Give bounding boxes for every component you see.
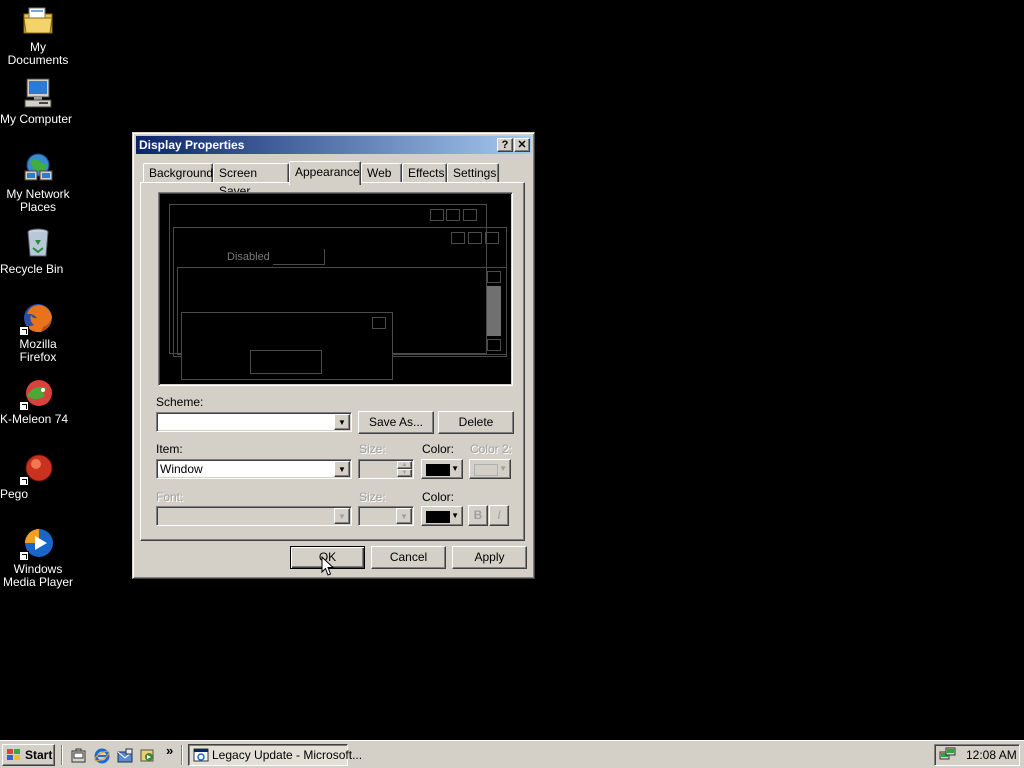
desktop-icon-pego[interactable]: Pego: [0, 451, 76, 501]
tab-screen-saver[interactable]: Screen Saver: [213, 163, 289, 198]
shortcut-arrow-icon: [19, 476, 29, 486]
window-icon: [193, 748, 209, 762]
desktop-icon-recycle-bin[interactable]: Recycle Bin: [0, 226, 76, 276]
desktop-icon-label: Mozilla Firefox: [19, 337, 57, 364]
shortcut-arrow-icon: [19, 551, 29, 561]
outlook-express-icon[interactable]: [117, 748, 133, 764]
close-icon: ✕: [517, 139, 527, 151]
firefox-icon: [19, 301, 55, 336]
media-icon[interactable]: [140, 748, 156, 764]
preview-menu-highlight: [273, 249, 325, 265]
pego-icon: [19, 451, 55, 486]
cancel-button[interactable]: Cancel: [371, 546, 446, 569]
computer-icon: [21, 76, 55, 110]
shortcut-arrow-icon: [19, 401, 29, 411]
folder-documents-icon: [21, 4, 55, 38]
preview-scroll-down-icon: [487, 339, 501, 351]
preview-maximize-icon: [446, 209, 460, 221]
quick-launch-chevron[interactable]: »: [166, 743, 173, 758]
system-tray: 12:08 AM: [934, 744, 1020, 766]
help-button[interactable]: ?: [497, 138, 513, 152]
preview-scrollbar-thumb: [487, 286, 501, 336]
internet-explorer-icon[interactable]: [94, 748, 110, 764]
tab-background[interactable]: Background: [143, 163, 213, 183]
cancel-label: Cancel: [389, 550, 428, 564]
windows-logo-icon: [7, 749, 20, 760]
start-button[interactable]: Start: [2, 744, 55, 766]
tab-label: Effects: [408, 166, 445, 180]
preview-disabled-menu-item: Disabled: [227, 251, 270, 263]
mouse-cursor-icon: [321, 556, 334, 576]
tab-label: Settings: [453, 166, 497, 180]
desktop-icon-my-computer[interactable]: My Computer: [0, 76, 76, 126]
tab-settings[interactable]: Settings: [447, 163, 499, 183]
k-meleon-icon: [19, 376, 55, 411]
dialog-titlebar[interactable]: Display Properties ? ✕: [136, 136, 531, 154]
taskbar: Start » Legacy Update - Microsoft... 12:…: [0, 740, 1024, 768]
desktop-icon-label: My Network Places: [6, 187, 70, 214]
dialog-title: Display Properties: [139, 138, 245, 152]
appearance-preview[interactable]: Disabled: [158, 192, 513, 386]
taskbar-separator: [181, 745, 183, 765]
tab-label: Web: [367, 166, 392, 180]
desktop-icon-label: My Documents: [7, 40, 69, 67]
preview-scroll-up-icon: [487, 271, 501, 283]
preview-minimize-icon: [430, 209, 444, 221]
media-player-icon: [19, 526, 55, 561]
show-desktop-icon[interactable]: [71, 748, 87, 764]
shortcut-arrow-icon: [19, 326, 29, 336]
tab-web[interactable]: Web: [361, 163, 402, 183]
desktop-icon-my-documents[interactable]: My Documents: [0, 4, 76, 67]
preview-maximize-icon: [468, 232, 482, 244]
desktop-icon-windows-media-player[interactable]: Windows Media Player: [0, 526, 76, 589]
apply-label: Apply: [474, 550, 505, 564]
display-properties-dialog: Display Properties ? ✕ Background Screen…: [132, 132, 535, 579]
network-tray-icon[interactable]: [939, 747, 957, 763]
preview-message-close-icon: [372, 317, 386, 329]
preview-ok-button: [250, 350, 322, 374]
tab-label: Background: [149, 166, 214, 180]
preview-minimize-icon: [451, 232, 465, 244]
preview-close-icon: [463, 209, 477, 221]
recycle-bin-icon: [21, 226, 55, 260]
preview-close-icon: [485, 232, 499, 244]
desktop-icon-my-network-places[interactable]: My Network Places: [0, 151, 76, 214]
help-icon: ?: [501, 139, 509, 151]
desktop-icon-label: My Computer: [0, 112, 73, 126]
taskbar-separator: [61, 745, 63, 765]
close-button[interactable]: ✕: [514, 138, 530, 152]
clock[interactable]: 12:08 AM: [966, 745, 1017, 765]
desktop-icon-label: Recycle Bin: [0, 262, 64, 276]
apply-button[interactable]: Apply: [452, 546, 527, 569]
tab-appearance[interactable]: Appearance: [289, 161, 361, 185]
tab-effects[interactable]: Effects: [402, 163, 447, 183]
desktop-icon-label: Pego: [0, 487, 29, 501]
start-label: Start: [25, 748, 53, 762]
desktop-icon-label: Windows Media Player: [2, 562, 74, 589]
desktop-icon-label: K-Meleon 74: [0, 412, 69, 426]
network-places-icon: [21, 151, 55, 185]
desktop-icon-mozilla-firefox[interactable]: Mozilla Firefox: [0, 301, 76, 364]
tab-label: Appearance: [295, 165, 360, 179]
taskbar-button-legacy-update[interactable]: Legacy Update - Microsoft...: [188, 744, 362, 766]
desktop-icon-k-meleon[interactable]: K-Meleon 74: [0, 376, 76, 426]
task-label: Legacy Update - Microsoft...: [212, 748, 363, 762]
